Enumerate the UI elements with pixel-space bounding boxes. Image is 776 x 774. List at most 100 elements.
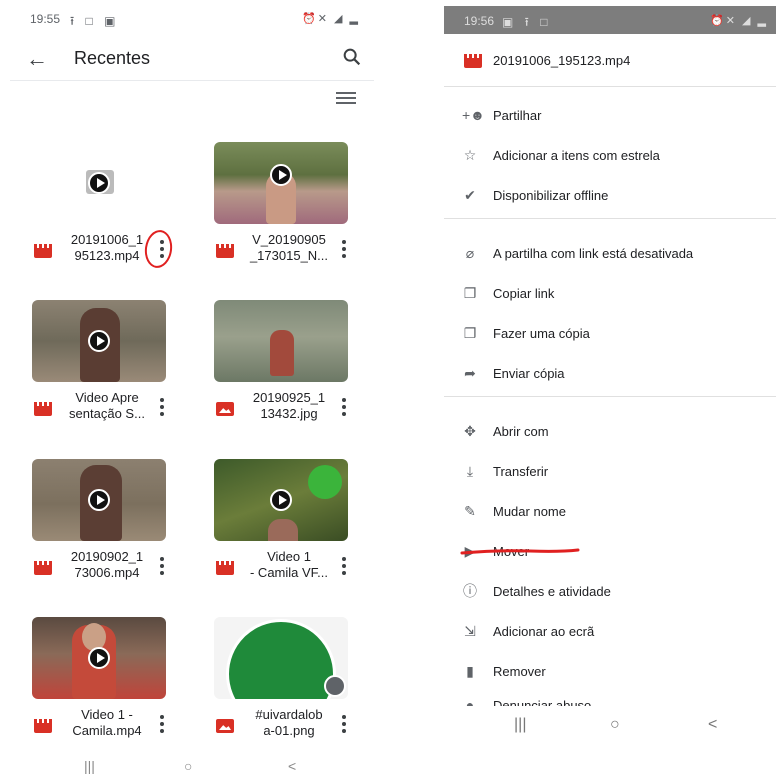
more-options-icon[interactable] <box>338 715 350 735</box>
divider <box>444 396 776 397</box>
file-card[interactable]: Video Apre sentação S... <box>32 300 182 430</box>
menu-item-add-to-home[interactable]: ⇲ Adicionar ao ecrã <box>444 620 776 648</box>
back-nav-icon[interactable]: < <box>708 716 717 734</box>
file-thumbnail <box>32 617 166 699</box>
sheet-file-name: 20191006_195123.mp4 <box>493 53 631 68</box>
menu-item-label: Detalhes e atividade <box>493 584 611 599</box>
menu-item-label: Adicionar a itens com estrela <box>493 148 660 163</box>
menu-item-report-abuse[interactable]: ● Denunciar abuso <box>444 694 776 706</box>
menu-item-star[interactable]: ☆ Adicionar a itens com estrela <box>444 144 776 172</box>
image-file-icon <box>216 402 234 416</box>
copy-link-icon: ❐ <box>463 285 477 301</box>
download-icon: ⤓ <box>466 463 474 479</box>
file-thumbnail <box>214 142 348 224</box>
file-card[interactable]: V_20190905 _173015_N... <box>214 142 364 272</box>
notification-icons: ⭱ □ ▣ <box>70 14 120 28</box>
offline-check-icon: ✔ <box>464 187 476 203</box>
notification-icons: ▣ ⭱ □ <box>502 15 552 29</box>
status-time: 19:55 <box>30 12 61 26</box>
menu-item-make-copy[interactable]: ❐ Fazer uma cópia <box>444 322 776 350</box>
file-card[interactable]: #uivardalob a-01.png <box>214 617 364 747</box>
menu-item-offline[interactable]: ✔ Disponibilizar offline <box>444 184 776 212</box>
video-file-icon <box>464 54 482 68</box>
file-thumbnail <box>32 300 166 382</box>
home-nav-icon[interactable]: ○ <box>184 758 192 774</box>
more-options-icon[interactable] <box>338 557 350 577</box>
more-options-icon[interactable] <box>338 240 350 260</box>
more-options-icon[interactable] <box>156 715 168 735</box>
video-file-icon <box>34 719 52 733</box>
file-actions-screen: 19:56 ▣ ⭱ □ ⏰✕ ◢ ▂ 20191006_195123.mp4 +… <box>444 0 776 773</box>
make-copy-icon: ❐ <box>463 325 477 341</box>
menu-item-link-sharing[interactable]: ⌀ A partilha com link está desativada <box>444 242 776 270</box>
list-view-toggle-icon[interactable] <box>336 92 356 108</box>
file-name: Video Apre sentação S... <box>69 390 145 421</box>
menu-item-share[interactable]: +☻ Partilhar <box>444 104 776 132</box>
play-icon <box>270 163 292 186</box>
play-icon <box>88 172 110 194</box>
more-options-icon[interactable] <box>338 398 350 418</box>
home-nav-icon[interactable]: ○ <box>610 716 620 734</box>
status-time: 19:56 <box>464 14 495 28</box>
menu-item-remove[interactable]: ▮ Remover <box>444 660 776 688</box>
file-card[interactable]: 20190902_1 73006.mp4 <box>32 459 182 589</box>
play-icon <box>88 489 110 511</box>
menu-item-label: Partilhar <box>493 108 542 123</box>
video-file-icon <box>34 561 52 575</box>
open-with-icon: ✥ <box>464 423 476 439</box>
page-title: Recentes <box>74 48 151 68</box>
star-outline-icon: ☆ <box>463 147 477 163</box>
file-card[interactable]: 20190925_1 13432.jpg <box>214 300 364 430</box>
report-icon: ● <box>465 697 475 706</box>
recents-nav-icon[interactable]: ||| <box>514 716 526 734</box>
file-thumbnail <box>32 142 166 224</box>
menu-item-rename[interactable]: ✎ Mudar nome <box>444 500 776 528</box>
file-thumbnail <box>32 459 166 541</box>
video-file-icon <box>34 402 52 416</box>
trash-icon: ▮ <box>466 663 474 679</box>
search-icon[interactable] <box>341 46 363 68</box>
system-status-icons: ⏰✕ ◢ ▂ <box>302 13 360 25</box>
navigation-bar: ||| ○ < <box>0 758 388 774</box>
send-icon: ➦ <box>464 365 476 381</box>
system-status-icons: ⏰✕ ◢ ▂ <box>710 15 768 27</box>
menu-item-label: Abrir com <box>493 424 549 439</box>
info-icon: ⓘ <box>463 583 477 599</box>
file-thumbnail <box>214 617 348 699</box>
image-file-icon <box>216 719 234 733</box>
sheet-header: 20191006_195123.mp4 <box>444 48 776 72</box>
navigation-bar: ||| ○ < <box>444 706 776 746</box>
menu-item-download[interactable]: ⤓ Transferir <box>444 460 776 488</box>
file-name: Video 1 - Camila VF... <box>249 549 328 580</box>
file-name: 20190925_1 13432.jpg <box>252 390 326 421</box>
menu-item-send-copy[interactable]: ➦ Enviar cópia <box>444 362 776 390</box>
menu-item-label: Fazer uma cópia <box>493 326 590 341</box>
menu-item-label: A partilha com link está desativada <box>493 246 694 261</box>
more-options-icon[interactable] <box>156 398 168 418</box>
file-name: 20191006_1 95123.mp4 <box>70 232 144 263</box>
more-options-icon[interactable] <box>156 557 168 577</box>
file-name: Video 1 - Camila.mp4 <box>72 707 142 738</box>
rename-icon: ✎ <box>464 503 476 519</box>
play-icon <box>88 330 110 352</box>
file-card[interactable]: Video 1 - Camila VF... <box>214 459 364 589</box>
app-bar: ← Recentes <box>0 40 388 80</box>
status-bar: 19:56 ▣ ⭱ □ ⏰✕ ◢ ▂ <box>444 6 776 34</box>
drive-recents-screen: 19:55 ⭱ □ ▣ ⏰✕ ◢ ▂ ← Recentes 20191006_1… <box>0 0 388 774</box>
file-thumbnail <box>214 300 348 382</box>
back-arrow-icon[interactable]: ← <box>26 46 48 72</box>
menu-item-details[interactable]: ⓘ Detalhes e atividade <box>444 580 776 608</box>
add-to-home-icon: ⇲ <box>464 623 476 639</box>
menu-item-open-with[interactable]: ✥ Abrir com <box>444 420 776 448</box>
person-add-icon: +☻ <box>462 107 485 123</box>
recents-nav-icon[interactable]: ||| <box>84 758 95 774</box>
file-card[interactable]: Video 1 - Camila.mp4 <box>32 617 182 747</box>
back-nav-icon[interactable]: < <box>288 758 296 774</box>
menu-item-label: Copiar link <box>493 286 555 301</box>
menu-item-label: Adicionar ao ecrã <box>493 624 595 639</box>
play-icon <box>270 489 292 511</box>
status-bar: 19:55 ⭱ □ ▣ ⏰✕ ◢ ▂ <box>0 10 388 30</box>
file-thumbnail <box>214 459 348 541</box>
menu-item-copy-link[interactable]: ❐ Copiar link <box>444 282 776 310</box>
menu-item-label: Transferir <box>493 464 549 479</box>
